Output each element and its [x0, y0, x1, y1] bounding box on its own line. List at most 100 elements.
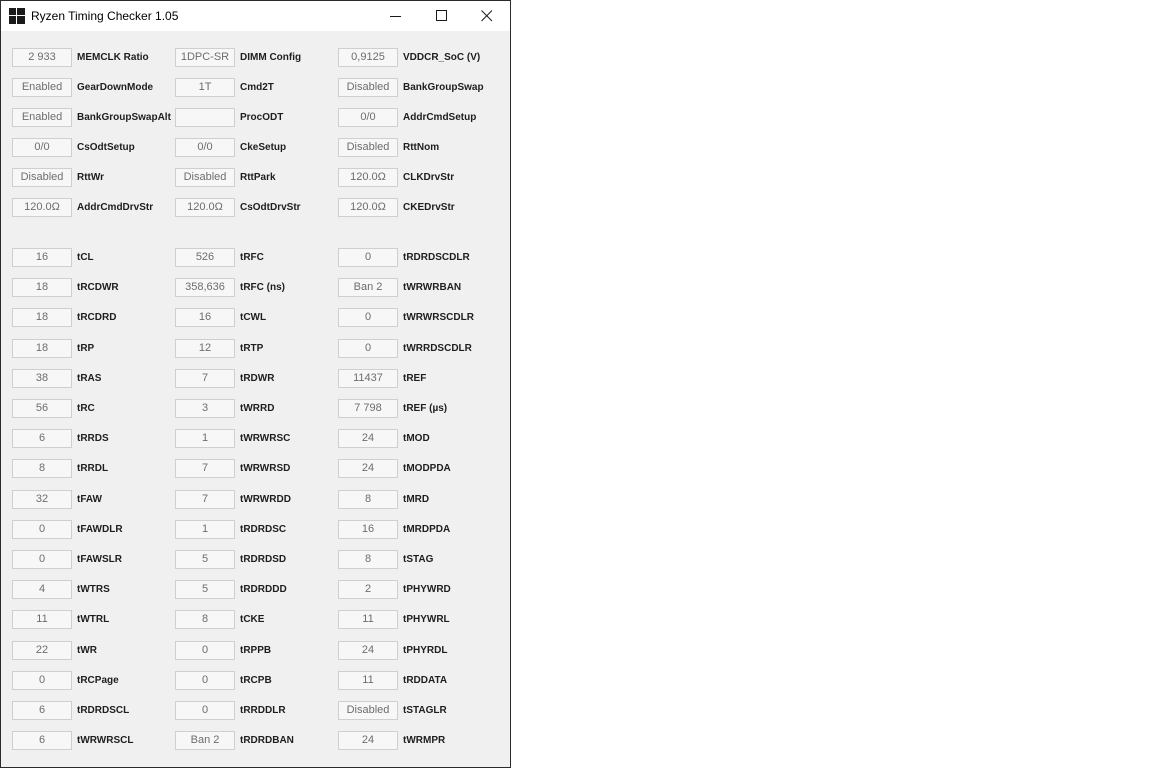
- tref-s-field[interactable]: 7 798: [338, 399, 398, 418]
- vddcr-soc-v-field[interactable]: 0,9125: [338, 48, 398, 67]
- cmd2t-field[interactable]: 1T: [175, 78, 235, 97]
- tcwl-field[interactable]: 16: [175, 308, 235, 328]
- trppb-label: tRPPB: [240, 644, 272, 656]
- geardownmode-field[interactable]: Enabled: [12, 78, 72, 97]
- tphywrd-field[interactable]: 2: [338, 580, 398, 600]
- tfawslr-field[interactable]: 0: [12, 550, 72, 569]
- tphywrl-field[interactable]: 11: [338, 610, 398, 630]
- dimm-config-field[interactable]: 1DPC-SR: [175, 48, 235, 67]
- tphyrdl-field[interactable]: 24: [338, 640, 398, 660]
- tstaglr-label: tSTAGLR: [403, 705, 447, 716]
- trdrdsc-field[interactable]: 1: [175, 519, 235, 539]
- trfc-ns-field[interactable]: 358,636: [175, 278, 235, 298]
- tphywrl-label: tPHYWRL: [403, 614, 450, 626]
- trfc-label: tRFC: [240, 252, 264, 263]
- rttwr-field[interactable]: Disabled: [12, 168, 72, 187]
- tfaw-field[interactable]: 32: [12, 489, 72, 509]
- tras-field[interactable]: 38: [12, 368, 72, 388]
- ckedrvstr-field[interactable]: 120.0Ω: [338, 198, 398, 217]
- trdwr-field[interactable]: 7: [175, 368, 235, 388]
- rttnom-field[interactable]: Disabled: [338, 138, 398, 157]
- tcke-field[interactable]: 8: [175, 610, 235, 630]
- twtrl-field[interactable]: 11: [12, 610, 72, 630]
- twrrdscdlr-field[interactable]: 0: [338, 338, 398, 358]
- trcpb-field[interactable]: 0: [175, 670, 235, 690]
- tmod-label: tMOD: [403, 433, 430, 445]
- addrcmdsetup-field[interactable]: 0/0: [338, 108, 398, 127]
- trfc-ns-label: tRFC (ns): [240, 282, 285, 294]
- clkdrvstr-field[interactable]: 120.0Ω: [338, 168, 398, 187]
- twrwrsd-field[interactable]: 7: [175, 459, 235, 479]
- clkdrvstr-label: CLKDrvStr: [403, 172, 455, 183]
- title-bar[interactable]: Ryzen Timing Checker 1.05: [1, 1, 510, 31]
- trddata-field[interactable]: 11: [338, 670, 398, 690]
- twrwrban-field[interactable]: Ban 2: [338, 278, 398, 298]
- ckesetup-field[interactable]: 0/0: [175, 138, 235, 157]
- trppb-field[interactable]: 0: [175, 640, 235, 660]
- app-icon: [9, 8, 25, 24]
- geardownmode-label: GearDownMode: [77, 82, 154, 93]
- tstaglr-field[interactable]: Disabled: [338, 701, 398, 720]
- memclk-ratio-label: MEMCLK Ratio: [77, 52, 149, 63]
- bankgroupswap-field[interactable]: Disabled: [338, 78, 398, 97]
- window-title: Ryzen Timing Checker 1.05: [31, 9, 179, 23]
- trdrdsd-label: tRDRDSD: [240, 554, 287, 565]
- tmrdpda-label: tMRDPDA: [403, 523, 451, 535]
- tmrdpda-field[interactable]: 16: [338, 519, 398, 539]
- trdrdban-field[interactable]: Ban 2: [175, 731, 235, 751]
- twrrd-field[interactable]: 3: [175, 399, 235, 418]
- twrrdscdlr-label: tWRRDSCDLR: [403, 342, 472, 354]
- trcdwr-field[interactable]: 18: [12, 278, 72, 298]
- twrwrscdlr-field[interactable]: 0: [338, 308, 398, 328]
- maximize-button[interactable]: [419, 1, 465, 31]
- tcl-field[interactable]: 16: [12, 248, 72, 267]
- addrcmddrvstr-field[interactable]: 120.0Ω: [12, 198, 72, 217]
- twrwrban-label: tWRWRBAN: [403, 282, 462, 294]
- csodtsetup-field[interactable]: 0/0: [12, 138, 72, 157]
- trdrdscl-label: tRDRDSCL: [77, 705, 130, 716]
- tstag-field[interactable]: 8: [338, 550, 398, 569]
- twrwrscl-label: tWRWRSCL: [77, 735, 134, 747]
- trtp-field[interactable]: 12: [175, 338, 235, 358]
- memclk-ratio-field[interactable]: 2 933: [12, 48, 72, 67]
- trp-field[interactable]: 18: [12, 338, 72, 358]
- twr-field[interactable]: 22: [12, 640, 72, 660]
- twrwrsc-field[interactable]: 1: [175, 429, 235, 449]
- trrds-field[interactable]: 6: [12, 429, 72, 449]
- tref-field[interactable]: 11437: [338, 368, 398, 388]
- twtrs-field[interactable]: 4: [12, 580, 72, 600]
- twrmpr-field[interactable]: 24: [338, 731, 398, 751]
- trdrdscdlr-field[interactable]: 0: [338, 248, 398, 267]
- twrwrdd-field[interactable]: 7: [175, 489, 235, 509]
- tmodpda-field[interactable]: 24: [338, 459, 398, 479]
- close-button[interactable]: [464, 1, 510, 31]
- twrmpr-label: tWRMPR: [403, 735, 446, 747]
- tcke-label: tCKE: [240, 614, 265, 626]
- trrddlr-field[interactable]: 0: [175, 701, 235, 720]
- tfaw-label: tFAW: [77, 493, 102, 505]
- trc-label: tRC: [77, 403, 95, 414]
- procodt-field[interactable]: [175, 108, 235, 127]
- tfawdlr-field[interactable]: 0: [12, 519, 72, 539]
- csodtsetup-label: CsOdtSetup: [77, 142, 135, 153]
- twr-label: tWR: [77, 644, 97, 656]
- bankgroupswapalt-label: BankGroupSwapAlt: [77, 112, 171, 123]
- twrwrscdlr-label: tWRWRSCDLR: [403, 312, 474, 324]
- trdrddd-field[interactable]: 5: [175, 580, 235, 600]
- trcdrd-field[interactable]: 18: [12, 308, 72, 328]
- minimize-button[interactable]: [373, 1, 419, 31]
- tref-s-label: tREF (µs): [403, 403, 448, 414]
- bankgroupswapalt-field[interactable]: Enabled: [12, 108, 72, 127]
- tmrd-field[interactable]: 8: [338, 489, 398, 509]
- trdrdsd-field[interactable]: 5: [175, 550, 235, 569]
- twrwrscl-field[interactable]: 6: [12, 731, 72, 751]
- bankgroupswap-label: BankGroupSwap: [403, 82, 484, 93]
- trfc-field[interactable]: 526: [175, 248, 235, 267]
- trc-field[interactable]: 56: [12, 399, 72, 418]
- trdrdscl-field[interactable]: 6: [12, 701, 72, 720]
- tmod-field[interactable]: 24: [338, 429, 398, 449]
- csodtdrvstr-field[interactable]: 120.0Ω: [175, 198, 235, 217]
- trrdl-field[interactable]: 8: [12, 459, 72, 479]
- trcpage-field[interactable]: 0: [12, 670, 72, 690]
- rttpark-field[interactable]: Disabled: [175, 168, 235, 187]
